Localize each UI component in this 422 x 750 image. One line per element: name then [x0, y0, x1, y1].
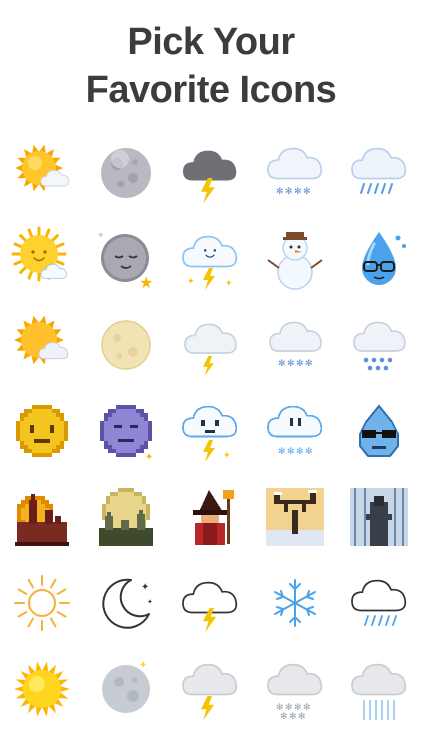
- raindrop-with-glasses-icon: [337, 216, 421, 302]
- pixel-rain-figure-icon: [337, 474, 421, 560]
- smiling-sun-icon: [0, 216, 84, 302]
- pixel-raindrop-glasses-icon: [337, 388, 421, 474]
- headline-line-1: Pick Your: [127, 21, 295, 63]
- line-snowflake-icon: [253, 560, 337, 646]
- pixel-wizard-icon: [168, 474, 252, 560]
- moon-icon: [84, 302, 168, 388]
- svg-text:✻: ✻: [278, 359, 286, 369]
- svg-text:✻: ✻: [280, 712, 288, 722]
- sun-cloud-icon: [0, 302, 84, 388]
- svg-text:✻: ✻: [305, 447, 313, 457]
- snow-cloud-icon: ✻ ✻ ✻ ✻: [253, 130, 337, 216]
- line-sun-icon: [0, 560, 84, 646]
- sun-behind-cloud-icon: [0, 130, 84, 216]
- svg-text:✻: ✻: [285, 187, 293, 197]
- full-moon-icon: [84, 130, 168, 216]
- svg-text:✦: ✦: [97, 231, 105, 241]
- line-cloud-rain-icon: [337, 560, 421, 646]
- line-crescent-moon-icon: ✦ ✦: [84, 560, 168, 646]
- cloud-lightning-icon: [168, 302, 252, 388]
- pixel-castle-sunset-icon: [0, 474, 84, 560]
- pixel-moon-face-icon: ✦: [84, 388, 168, 474]
- svg-text:✻: ✻: [278, 447, 286, 457]
- line-cloud-lightning-icon: [168, 560, 252, 646]
- grey-moon-icon: ✦: [84, 646, 168, 732]
- svg-text:✻: ✻: [298, 712, 306, 722]
- svg-text:✻: ✻: [294, 187, 302, 197]
- pixel-sun-face-icon: [0, 388, 84, 474]
- rain-cloud-icon: [337, 130, 421, 216]
- headline-line-2: Favorite Icons: [85, 69, 337, 111]
- svg-text:✻: ✻: [305, 359, 313, 369]
- cloud-rain-icon: [337, 302, 421, 388]
- pixel-graveyard-moon-icon: [84, 474, 168, 560]
- svg-text:✦: ✦: [141, 582, 149, 593]
- svg-text:★: ★: [139, 273, 153, 292]
- svg-text:✦: ✦: [223, 451, 231, 461]
- svg-text:✦: ✦: [225, 279, 233, 289]
- svg-text:✻: ✻: [296, 447, 304, 457]
- svg-text:✻: ✻: [276, 187, 284, 197]
- grey-cloud-rain-icon: [337, 646, 421, 732]
- grey-cloud-lightning-icon: [168, 646, 252, 732]
- svg-text:✻: ✻: [303, 187, 311, 197]
- svg-text:✦: ✦: [145, 452, 153, 463]
- happy-lightning-cloud-icon: ✦ ✦: [168, 216, 252, 302]
- icon-style-grid: ✻ ✻ ✻ ✻ ★ ✦ ✦ ✦ ✻ ✻ ✻ ✻ ✦ ✦ ✻ ✻ ✻ ✻ ✦ ✦ ✦ ✻ ✻ ✻ ✻ ✻ ✻ ✻: [0, 130, 422, 730]
- svg-text:✻: ✻: [287, 359, 295, 369]
- svg-text:✦: ✦: [187, 277, 195, 287]
- lightning-cloud-icon: [168, 130, 252, 216]
- sleepy-moon-icon: ★ ✦: [84, 216, 168, 302]
- snowman-icon: [253, 216, 337, 302]
- pixel-storm-cloud-face-icon: ✦: [168, 388, 252, 474]
- headline: Pick Your Favorite Icons: [0, 18, 422, 114]
- cloud-snow-icon: ✻ ✻ ✻ ✻: [253, 302, 337, 388]
- svg-text:✦: ✦: [139, 660, 147, 671]
- svg-text:✻: ✻: [287, 447, 295, 457]
- svg-text:✻: ✻: [296, 359, 304, 369]
- svg-text:✦: ✦: [147, 598, 153, 606]
- pixel-winter-tree-icon: [253, 474, 337, 560]
- bright-sun-icon: [0, 646, 84, 732]
- pixel-snow-cloud-face-icon: ✻ ✻ ✻ ✻: [253, 388, 337, 474]
- grey-cloud-snow-icon: ✻ ✻ ✻ ✻ ✻ ✻ ✻: [253, 646, 337, 732]
- svg-text:✻: ✻: [289, 712, 297, 722]
